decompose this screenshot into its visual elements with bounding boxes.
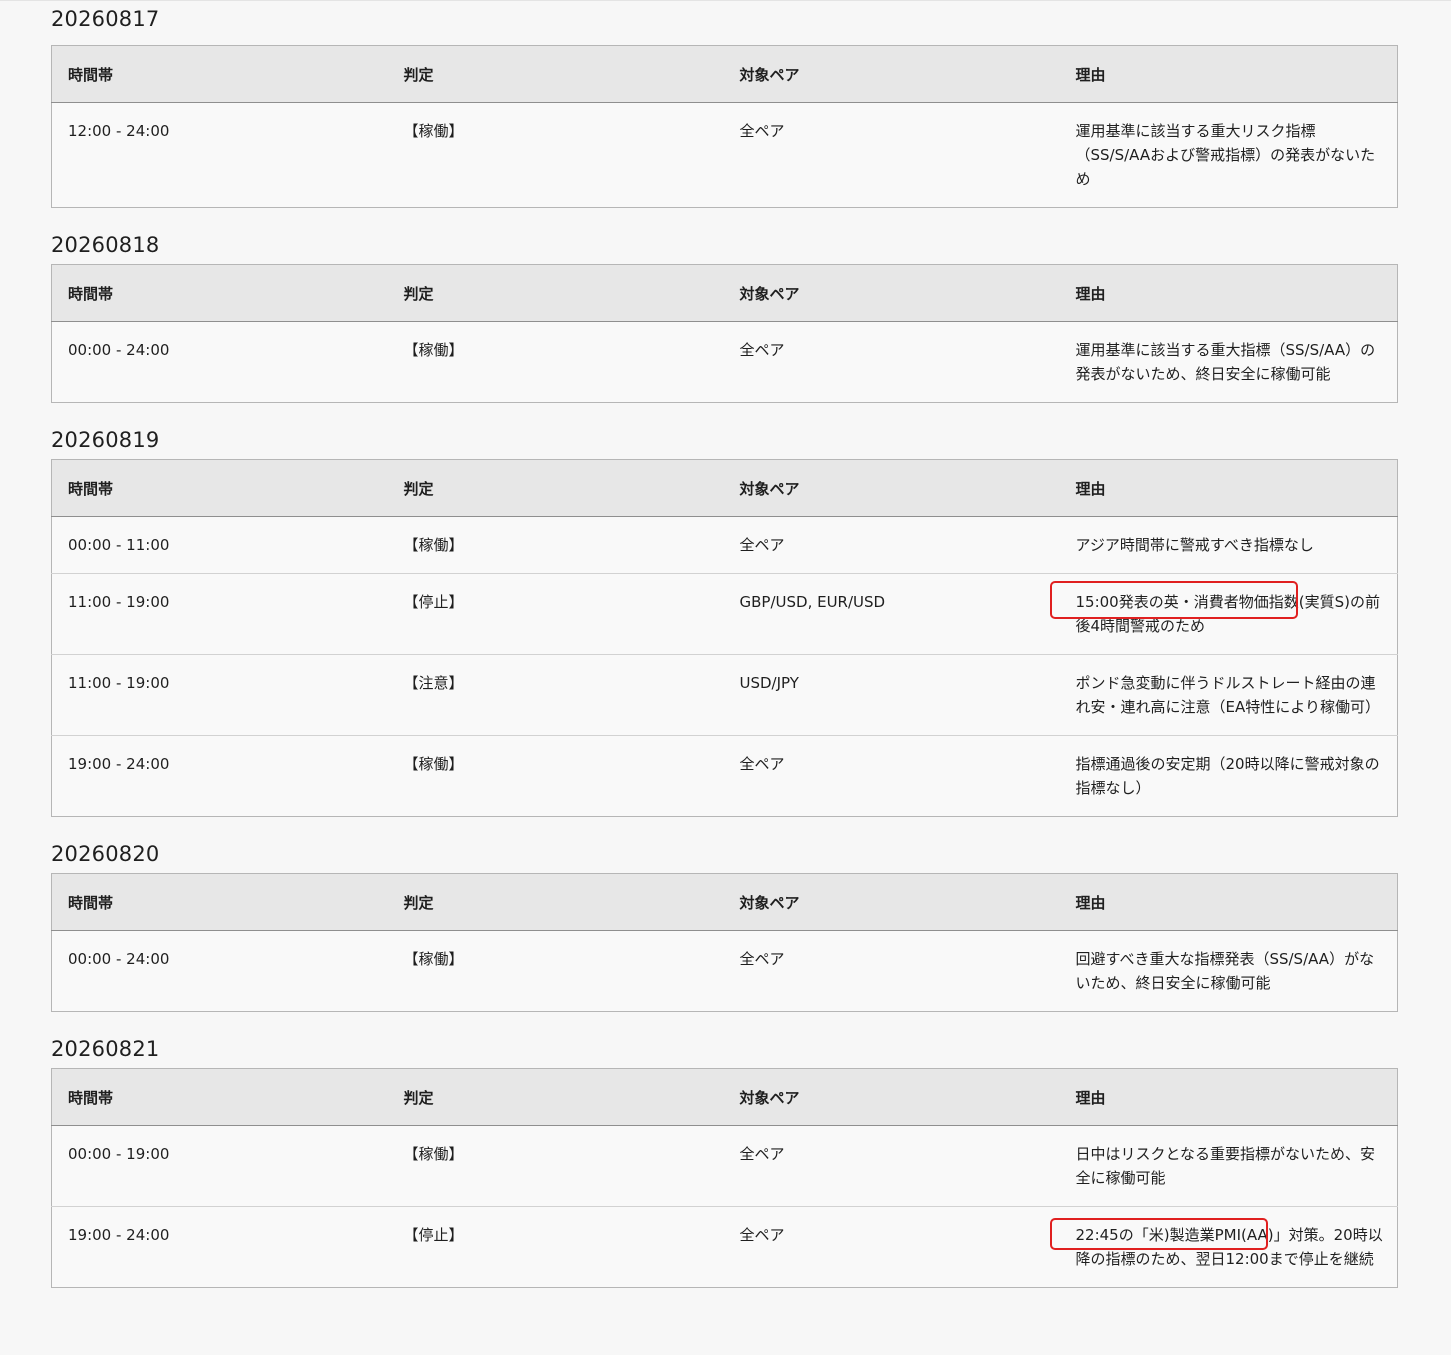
cell-pairs: 全ペア <box>739 1145 785 1163</box>
column-header-time: 時間帯 <box>51 1068 388 1126</box>
table-row: 00:00 - 19:00 【稼働】 全ペア 日中はリスクとなる重要指標がないた… <box>52 1126 1398 1207</box>
cell-judgement: 【稼働】 <box>403 341 464 359</box>
schedule-table: 時間帯 判定 対象ペア 理由 12:00 - 24:00 【稼働】 全ペア 運用… <box>51 45 1398 208</box>
schedule-table: 時間帯 判定 対象ペア 理由 00:00 - 19:00 【稼働】 全ペア 日中… <box>51 1068 1398 1288</box>
table-header-row: 時間帯 判定 対象ペア 理由 <box>51 873 1398 931</box>
cell-time: 00:00 - 24:00 <box>68 950 170 968</box>
column-header-reason: 理由 <box>1059 45 1398 103</box>
cell-judgement: 【稼働】 <box>387 735 724 817</box>
column-header-pairs: 対象ペア <box>723 1068 1060 1126</box>
reason-text: 22:45の「米)製造業PMI(AA)」対策。20時以降の指標のため、翌日12:… <box>1075 1226 1383 1268</box>
day-section: 20260818 時間帯 判定 対象ペア 理由 00:00 - 24:00 【稼… <box>51 226 1398 403</box>
cell-pairs: 全ペア <box>723 1206 1060 1288</box>
cell-reason: 運用基準に該当する重大リスク指標（SS/S/AAおよび警戒指標）の発表がないため <box>1075 122 1376 188</box>
column-header-judgement: 判定 <box>387 873 724 931</box>
cell-pairs: 全ペア <box>723 735 1060 817</box>
cell-judgement: 【停止】 <box>387 1206 724 1288</box>
column-header-reason: 理由 <box>1059 264 1398 322</box>
table-row: 11:00 - 19:00 【停止】 GBP/USD, EUR/USD 15:0… <box>51 573 1398 655</box>
column-header-pairs: 対象ペア <box>723 264 1060 322</box>
cell-judgement: 【稼働】 <box>403 122 464 140</box>
cell-reason: アジア時間帯に警戒すべき指標なし <box>1075 536 1314 554</box>
cell-reason-highlighted: 15:00発表の英・消費者物価指数(実質S)の前後4時間警戒のため <box>1049 573 1398 655</box>
table-row: 00:00 - 24:00 【稼働】 全ペア 運用基準に該当する重大指標（SS/… <box>52 322 1398 403</box>
cell-pairs: GBP/USD, EUR/USD <box>723 573 1060 655</box>
schedule-table: 時間帯 判定 対象ペア 理由 00:00 - 24:00 【稼働】 全ペア 回避… <box>51 873 1398 1012</box>
day-date-heading: 20260818 <box>51 233 160 257</box>
table-row: 11:00 - 19:00 【注意】 USD/JPY ポンド急変動に伴うドルスト… <box>51 654 1398 736</box>
day-section: 20260821 時間帯 判定 対象ペア 理由 00:00 - 19:00 【稼… <box>51 1030 1398 1288</box>
cell-pairs: 全ペア <box>739 950 785 968</box>
cell-pairs: 全ペア <box>739 341 785 359</box>
table-row: 19:00 - 24:00 【稼働】 全ペア 指標通過後の安定期（20時以降に警… <box>51 735 1398 817</box>
table-header-row: 時間帯 判定 対象ペア 理由 <box>51 45 1398 103</box>
cell-time: 00:00 - 11:00 <box>68 536 170 554</box>
reason-text: 15:00発表の英・消費者物価指数(実質S)の前後4時間警戒のため <box>1075 593 1380 635</box>
cell-judgement: 【注意】 <box>387 654 724 736</box>
cell-time: 12:00 - 24:00 <box>68 122 170 140</box>
table-header-row: 時間帯 判定 対象ペア 理由 <box>51 1068 1398 1126</box>
schedule-container: 20260817 時間帯 判定 対象ペア 理由 12:00 - 24:00 【稼… <box>51 0 1398 1306</box>
column-header-judgement: 判定 <box>387 264 724 322</box>
table-row: 19:00 - 24:00 【停止】 全ペア 22:45の「米)製造業PMI(A… <box>51 1206 1398 1288</box>
cell-judgement: 【稼働】 <box>403 950 464 968</box>
column-header-pairs: 対象ペア <box>723 459 1060 517</box>
cell-time: 00:00 - 24:00 <box>68 341 170 359</box>
cell-time: 00:00 - 19:00 <box>68 1145 170 1163</box>
cell-pairs: 全ペア <box>739 536 785 554</box>
column-header-pairs: 対象ペア <box>723 45 1060 103</box>
column-header-time: 時間帯 <box>51 459 388 517</box>
cell-time: 19:00 - 24:00 <box>51 735 388 817</box>
column-header-reason: 理由 <box>1059 459 1398 517</box>
cell-judgement: 【稼働】 <box>403 536 464 554</box>
cell-reason: 回避すべき重大な指標発表（SS/S/AA）がないため、終日安全に稼働可能 <box>1075 950 1375 992</box>
cell-reason: 日中はリスクとなる重要指標がないため、安全に稼働可能 <box>1075 1145 1376 1187</box>
day-date-heading: 20260820 <box>51 842 160 866</box>
cell-time: 19:00 - 24:00 <box>51 1206 388 1288</box>
table-header-row: 時間帯 判定 対象ペア 理由 <box>51 264 1398 322</box>
day-section: 20260820 時間帯 判定 対象ペア 理由 00:00 - 24:00 【稼… <box>51 835 1398 1012</box>
cell-time: 11:00 - 19:00 <box>51 573 388 655</box>
cell-reason: 指標通過後の安定期（20時以降に警戒対象の指標なし） <box>1059 735 1398 817</box>
column-header-time: 時間帯 <box>51 45 388 103</box>
column-header-judgement: 判定 <box>387 45 724 103</box>
column-header-time: 時間帯 <box>51 873 388 931</box>
cell-judgement: 【停止】 <box>387 573 724 655</box>
schedule-table: 時間帯 判定 対象ペア 理由 00:00 - 24:00 【稼働】 全ペア 運用… <box>51 264 1398 403</box>
day-date-heading: 20260821 <box>51 1037 160 1061</box>
day-date-heading: 20260817 <box>51 7 160 31</box>
cell-time: 11:00 - 19:00 <box>51 654 388 736</box>
cell-judgement: 【稼働】 <box>403 1145 464 1163</box>
cell-reason: ポンド急変動に伴うドルストレート経由の連れ安・連れ高に注意（EA特性により稼働可… <box>1059 654 1398 736</box>
cell-pairs: USD/JPY <box>723 654 1060 736</box>
cell-reason: 運用基準に該当する重大指標（SS/S/AA）の発表がないため、終日安全に稼働可能 <box>1075 341 1376 383</box>
table-header-row: 時間帯 判定 対象ペア 理由 <box>51 459 1398 517</box>
day-section: 20260817 時間帯 判定 対象ペア 理由 12:00 - 24:00 【稼… <box>51 0 1398 208</box>
column-header-reason: 理由 <box>1059 1068 1398 1126</box>
table-row: 00:00 - 24:00 【稼働】 全ペア 回避すべき重大な指標発表（SS/S… <box>52 931 1398 1012</box>
table-row: 12:00 - 24:00 【稼働】 全ペア 運用基準に該当する重大リスク指標（… <box>52 103 1398 208</box>
cell-reason-highlighted: 22:45の「米)製造業PMI(AA)」対策。20時以降の指標のため、翌日12:… <box>1049 1206 1398 1288</box>
table-row: 00:00 - 11:00 【稼働】 全ペア アジア時間帯に警戒すべき指標なし <box>52 517 1398 574</box>
column-header-reason: 理由 <box>1059 873 1398 931</box>
column-header-time: 時間帯 <box>51 264 388 322</box>
cell-pairs: 全ペア <box>739 122 785 140</box>
column-header-pairs: 対象ペア <box>723 873 1060 931</box>
day-date-heading: 20260819 <box>51 428 160 452</box>
schedule-table: 時間帯 判定 対象ペア 理由 00:00 - 11:00 【稼働】 全ペア アジ… <box>51 459 1398 817</box>
day-section: 20260819 時間帯 判定 対象ペア 理由 00:00 - 11:00 【稼… <box>51 421 1398 817</box>
column-header-judgement: 判定 <box>387 1068 724 1126</box>
column-header-judgement: 判定 <box>387 459 724 517</box>
